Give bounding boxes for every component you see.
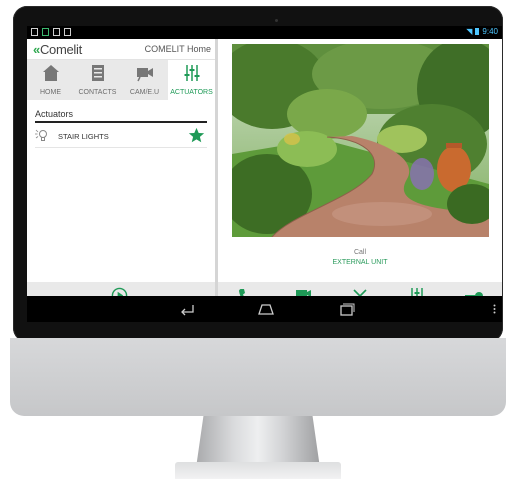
phone-notification-icon <box>53 28 60 36</box>
status-time: 9:40 <box>482 27 498 36</box>
message-notification-icon <box>64 28 71 36</box>
right-pane: Call EXTERNAL UNIT <box>218 39 502 309</box>
status-notifications <box>31 28 71 36</box>
battery-icon <box>475 28 480 35</box>
tab-home[interactable]: HOME <box>27 60 74 100</box>
contacts-list-icon <box>91 65 104 81</box>
tab-cam-eu-label: CAM/E.U <box>129 89 160 96</box>
left-pane: «Comelit COMELIT Home HOME CONTACTS CAM/… <box>27 39 215 309</box>
actuator-item-stair-lights[interactable]: STAIR LIGHTS <box>35 125 207 148</box>
tab-cam-eu[interactable]: CAM/E.U <box>121 60 168 100</box>
screen: ◥ 9:40 «Comelit COMELIT Home HOME CONTAC… <box>27 26 502 322</box>
status-right: ◥ 9:40 <box>466 27 498 36</box>
logo-text: Comelit <box>39 42 82 57</box>
monitor-stand-neck <box>196 416 320 468</box>
picture-notification-icon <box>31 28 38 36</box>
house-icon <box>42 65 59 81</box>
tab-contacts[interactable]: CONTACTS <box>74 60 121 100</box>
comelit-logo: «Comelit <box>33 42 82 57</box>
overflow-menu-icon[interactable] <box>493 304 496 314</box>
brand-row: «Comelit COMELIT Home <box>27 39 215 60</box>
favorite-star-icon[interactable] <box>188 127 205 144</box>
tab-contacts-label: CONTACTS <box>78 89 117 96</box>
app-notification-icon <box>42 28 49 36</box>
actuators-section-title: Actuators <box>35 109 74 119</box>
actuator-item-label: STAIR LIGHTS <box>58 132 109 141</box>
call-title: Call <box>353 249 367 256</box>
back-icon[interactable] <box>177 302 197 316</box>
sliders-icon <box>184 65 199 81</box>
camera-feed-image <box>232 44 489 237</box>
monitor-chin <box>10 338 506 416</box>
tab-actuators[interactable]: ACTUATORS <box>168 60 215 100</box>
status-bar: ◥ 9:40 <box>27 26 502 39</box>
call-subtitle: EXTERNAL UNIT <box>332 259 388 266</box>
android-nav-bar <box>27 296 502 322</box>
monitor-stand-foot <box>175 462 341 479</box>
tab-home-label: HOME <box>40 89 61 96</box>
recent-apps-icon[interactable] <box>337 302 357 316</box>
webcam-dot <box>275 19 278 22</box>
tab-actuators-label: ACTUATORS <box>170 89 213 96</box>
main-nav: HOME CONTACTS CAM/E.U ACTUATORS <box>27 60 215 100</box>
wifi-icon: ◥ <box>466 27 473 36</box>
home-icon[interactable] <box>256 302 276 316</box>
bulb-icon <box>35 129 47 141</box>
home-title: COMELIT Home <box>144 44 211 54</box>
section-divider <box>35 121 207 123</box>
camera-icon <box>136 68 153 82</box>
